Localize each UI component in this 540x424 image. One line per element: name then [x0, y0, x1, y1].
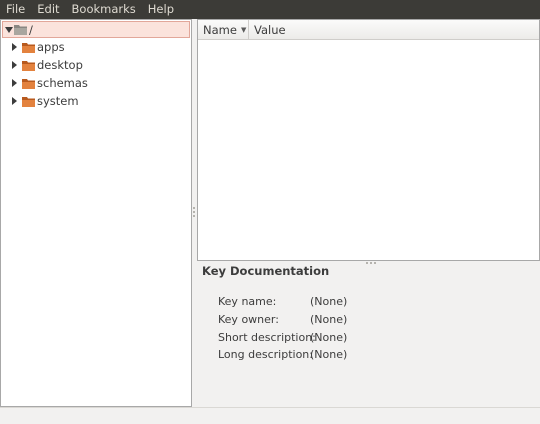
collapsed-arrow-icon[interactable]: [10, 61, 19, 70]
tree-item-root[interactable]: /: [2, 21, 190, 38]
column-header-name[interactable]: Name ▼: [198, 20, 249, 39]
menu-file[interactable]: File: [0, 0, 31, 19]
tree-item-label: apps: [37, 40, 65, 54]
doc-value: (None): [310, 348, 348, 361]
doc-value: (None): [310, 295, 348, 308]
doc-label: Key owner:: [218, 313, 279, 326]
tree-item-system[interactable]: system: [1, 92, 191, 110]
folder-icon: [22, 78, 35, 89]
column-header-value[interactable]: Value: [249, 20, 539, 39]
folder-icon: [22, 42, 35, 53]
key-value-list[interactable]: Name ▼ Value: [197, 19, 540, 261]
folder-icon: [22, 60, 35, 71]
tree-item-desktop[interactable]: desktop: [1, 56, 191, 74]
menu-edit[interactable]: Edit: [31, 0, 65, 19]
menu-bookmarks[interactable]: Bookmarks: [66, 0, 142, 19]
doc-label: Short description:: [218, 331, 316, 344]
doc-value: (None): [310, 331, 348, 344]
tree-item-label: /: [29, 22, 33, 37]
menu-help[interactable]: Help: [142, 0, 180, 19]
folder-icon: [14, 25, 27, 35]
collapsed-arrow-icon[interactable]: [10, 97, 19, 106]
section-title: Key Documentation: [202, 264, 330, 278]
folder-icon: [22, 96, 35, 107]
pane-resize-handle[interactable]: [193, 205, 196, 219]
expanded-arrow-icon[interactable]: [4, 25, 13, 34]
list-header: Name ▼ Value: [198, 20, 539, 40]
column-header-label: Name: [203, 22, 237, 37]
pane-resize-handle[interactable]: [366, 262, 376, 264]
key-tree[interactable]: / apps desktop schemas system: [0, 19, 192, 407]
statusbar: [0, 407, 540, 424]
tree-item-label: system: [37, 94, 79, 108]
doc-label: Long description:: [218, 348, 313, 361]
tree-item-apps[interactable]: apps: [1, 38, 191, 56]
menubar: File Edit Bookmarks Help: [0, 0, 540, 19]
tree-item-label: desktop: [37, 58, 83, 72]
doc-label: Key name:: [218, 295, 277, 308]
tree-item-schemas[interactable]: schemas: [1, 74, 191, 92]
collapsed-arrow-icon[interactable]: [10, 79, 19, 88]
doc-value: (None): [310, 313, 348, 326]
column-header-label: Value: [254, 22, 286, 37]
tree-item-label: schemas: [37, 76, 88, 90]
sort-descending-icon: ▼: [240, 25, 247, 34]
collapsed-arrow-icon[interactable]: [10, 43, 19, 52]
